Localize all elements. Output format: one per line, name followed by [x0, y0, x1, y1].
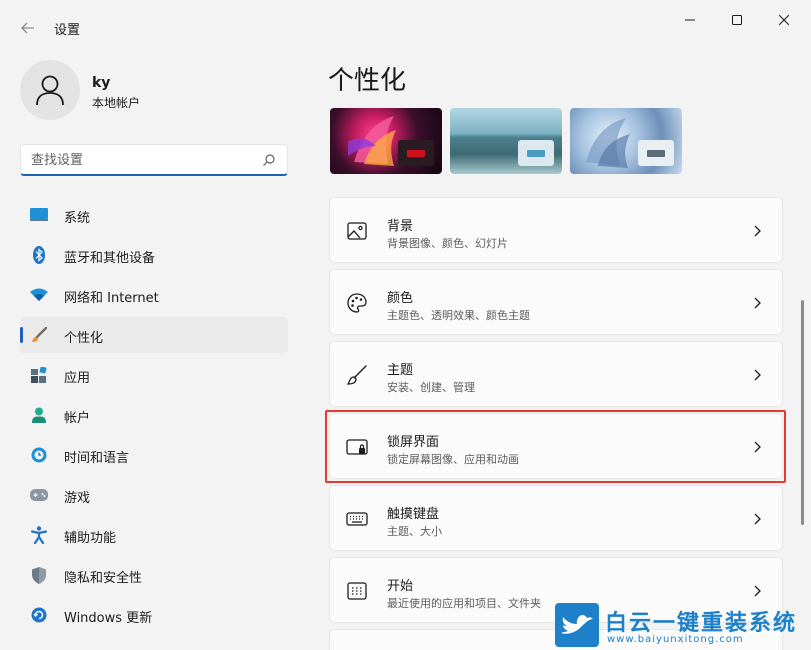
palette-icon [347, 293, 367, 313]
close-button[interactable] [764, 6, 804, 34]
avatar[interactable] [20, 60, 80, 120]
start-menu-icon [347, 582, 367, 600]
chevron-right-icon [754, 225, 761, 237]
theme-chip-bar [407, 150, 425, 157]
sidebar-item-accounts[interactable]: 帐户 [20, 397, 288, 433]
theme-preview-bloom[interactable] [570, 108, 682, 174]
minimize-button[interactable] [670, 6, 710, 34]
search-icon[interactable] [262, 153, 276, 167]
theme-preview-glow[interactable] [330, 108, 442, 174]
update-icon [30, 607, 48, 623]
theme-chip [518, 140, 554, 166]
setting-card-touch-keyboard[interactable]: 触摸键盘 主题、大小 [329, 485, 783, 551]
maximize-button[interactable] [717, 6, 757, 34]
sidebar-item-label: 帐户 [64, 411, 91, 426]
bird-logo-icon [555, 603, 599, 647]
wifi-icon [30, 287, 48, 303]
paintbrush-icon [30, 327, 48, 343]
theme-previews [330, 108, 690, 174]
sidebar-item-label: 时间和语言 [64, 451, 130, 466]
user-name: ky [92, 75, 111, 91]
minimize-icon [685, 19, 695, 21]
user-account-type: 本地帐户 [92, 96, 141, 110]
card-subtitle: 锁定屏幕图像、应用和动画 [387, 453, 519, 466]
sidebar-item-label: Windows 更新 [64, 611, 153, 626]
setting-card-background[interactable]: 背景 背景图像、颜色、幻灯片 [329, 197, 783, 263]
sidebar-item-label: 蓝牙和其他设备 [64, 251, 156, 266]
user-icon [36, 75, 64, 106]
accessibility-icon [30, 526, 48, 544]
chevron-right-icon [754, 441, 761, 453]
close-icon [779, 15, 789, 25]
sidebar-item-privacy[interactable]: 隐私和安全性 [20, 557, 288, 593]
setting-card-themes[interactable]: 主题 安装、创建、管理 [329, 341, 783, 407]
sidebar-item-label: 辅助功能 [64, 531, 117, 546]
chevron-right-icon [754, 297, 761, 309]
keyboard-icon [346, 512, 368, 526]
apps-icon [30, 367, 48, 383]
sidebar-item-label: 网络和 Internet [64, 291, 159, 306]
theme-preview-lake[interactable] [450, 108, 562, 174]
setting-card-lock-screen[interactable]: 锁屏界面 锁定屏幕图像、应用和动画 [329, 413, 783, 479]
system-display-icon [30, 207, 48, 223]
sidebar-item-label: 个性化 [64, 331, 104, 346]
watermark-url: www.baiyunxitong.com [607, 634, 744, 645]
card-title: 背景 [387, 219, 414, 234]
card-title: 主题 [387, 363, 414, 378]
back-arrow-icon [21, 22, 34, 34]
sidebar-item-bluetooth[interactable]: 蓝牙和其他设备 [20, 237, 288, 273]
sidebar-item-label: 隐私和安全性 [64, 571, 143, 586]
sidebar-nav: 系统 蓝牙和其他设备 网络和 Internet 个性化 应用 帐户 时间和语言 … [20, 197, 288, 637]
chevron-right-icon [754, 369, 761, 381]
sidebar-item-label: 游戏 [64, 491, 91, 506]
theme-chip-bar [527, 150, 545, 157]
card-subtitle: 背景图像、颜色、幻灯片 [387, 237, 508, 250]
lock-screen-icon [346, 439, 368, 455]
card-subtitle: 最近使用的应用和项目、文件夹 [387, 597, 541, 610]
shield-icon [30, 566, 48, 584]
search-box[interactable] [20, 144, 288, 176]
watermark: 白云一键重装系统 www.baiyunxitong.com [555, 601, 811, 650]
sidebar-item-gaming[interactable]: 游戏 [20, 477, 288, 513]
back-button[interactable] [14, 14, 42, 42]
chevron-right-icon [754, 513, 761, 525]
globe-clock-icon [30, 447, 48, 463]
sidebar-item-time-language[interactable]: 时间和语言 [20, 437, 288, 473]
sidebar-item-apps[interactable]: 应用 [20, 357, 288, 393]
card-title: 触摸键盘 [387, 507, 440, 522]
bluetooth-icon [30, 246, 48, 264]
theme-chip [638, 140, 674, 166]
search-input[interactable] [31, 150, 256, 170]
gamepad-icon [30, 487, 48, 503]
sidebar-item-windows-update[interactable]: Windows 更新 [20, 597, 288, 633]
title-bar: 设置 [0, 0, 811, 44]
card-title: 锁屏界面 [387, 435, 440, 450]
setting-card-colors[interactable]: 颜色 主题色、透明效果、颜色主题 [329, 269, 783, 335]
sidebar-item-system[interactable]: 系统 [20, 197, 288, 233]
app-title: 设置 [54, 23, 81, 38]
card-subtitle: 主题色、透明效果、颜色主题 [387, 309, 530, 322]
theme-chip-bar [647, 150, 665, 157]
page-title: 个性化 [328, 66, 407, 96]
card-subtitle: 安装、创建、管理 [387, 381, 475, 394]
card-title: 开始 [387, 579, 414, 594]
settings-window: 设置 ky 本地帐户 系统 蓝牙和其他设备 [0, 0, 811, 650]
sidebar-item-network[interactable]: 网络和 Internet [20, 277, 288, 313]
brush-icon [346, 365, 367, 385]
card-title: 颜色 [387, 291, 414, 306]
watermark-name: 白云一键重装系统 [605, 611, 798, 636]
picture-icon [347, 222, 367, 240]
chevron-right-icon [754, 585, 761, 597]
card-subtitle: 主题、大小 [387, 525, 442, 538]
sidebar-item-personalization[interactable]: 个性化 [20, 317, 288, 353]
sidebar-item-label: 系统 [64, 211, 91, 226]
sidebar-item-label: 应用 [64, 371, 91, 386]
maximize-icon [732, 15, 742, 25]
sidebar-item-accessibility[interactable]: 辅助功能 [20, 517, 288, 553]
scrollbar[interactable] [801, 300, 804, 525]
theme-chip [398, 140, 434, 166]
account-icon [30, 407, 48, 423]
